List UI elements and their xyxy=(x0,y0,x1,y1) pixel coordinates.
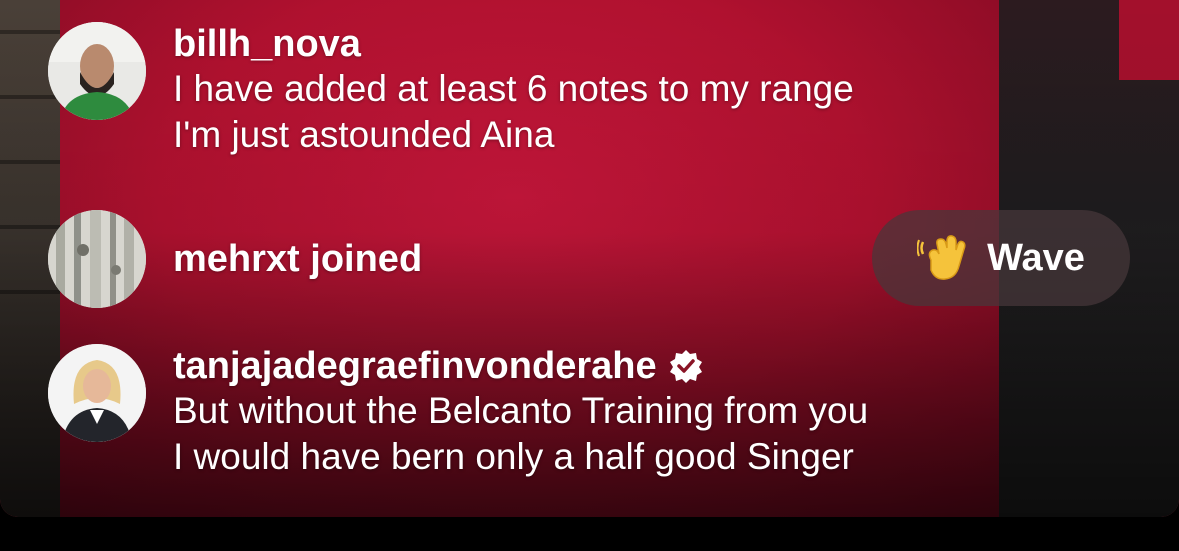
comment-message-line: I would have bern only a half good Singe… xyxy=(173,436,854,477)
comment-row: billh_nova I have added at least 6 notes… xyxy=(48,22,854,158)
join-row: mehrxt joined xyxy=(48,210,422,308)
waving-hand-icon xyxy=(917,235,966,280)
verified-badge-icon xyxy=(669,350,702,383)
avatar-image xyxy=(48,210,146,308)
comment-message: But without the Belcanto Training from y… xyxy=(173,388,868,480)
avatar[interactable] xyxy=(48,22,146,120)
wave-button[interactable]: Wave xyxy=(872,210,1130,306)
comment-message-line: I'm just astounded Aina xyxy=(173,114,555,155)
avatar[interactable] xyxy=(48,344,146,442)
comment-message-line: But without the Belcanto Training from y… xyxy=(173,390,869,431)
comment-username[interactable]: billh_nova xyxy=(173,22,854,66)
comment-username-text: tanjajadegraefinvonderahe xyxy=(173,345,657,387)
avatar-image xyxy=(48,22,146,120)
comment-username[interactable]: tanjajadegraefinvonderahe xyxy=(173,344,868,388)
comment-message: I have added at least 6 notes to my rang… xyxy=(173,66,854,158)
wave-button-label: Wave xyxy=(987,236,1085,279)
avatar-image xyxy=(48,344,146,442)
comment-row: tanjajadegraefinvonderahe But without th… xyxy=(48,344,868,480)
comment-message-line: I have added at least 6 notes to my rang… xyxy=(173,68,854,109)
avatar[interactable] xyxy=(48,210,146,308)
join-notice[interactable]: mehrxt joined xyxy=(173,237,422,281)
live-video-background: billh_nova I have added at least 6 notes… xyxy=(0,0,1179,517)
